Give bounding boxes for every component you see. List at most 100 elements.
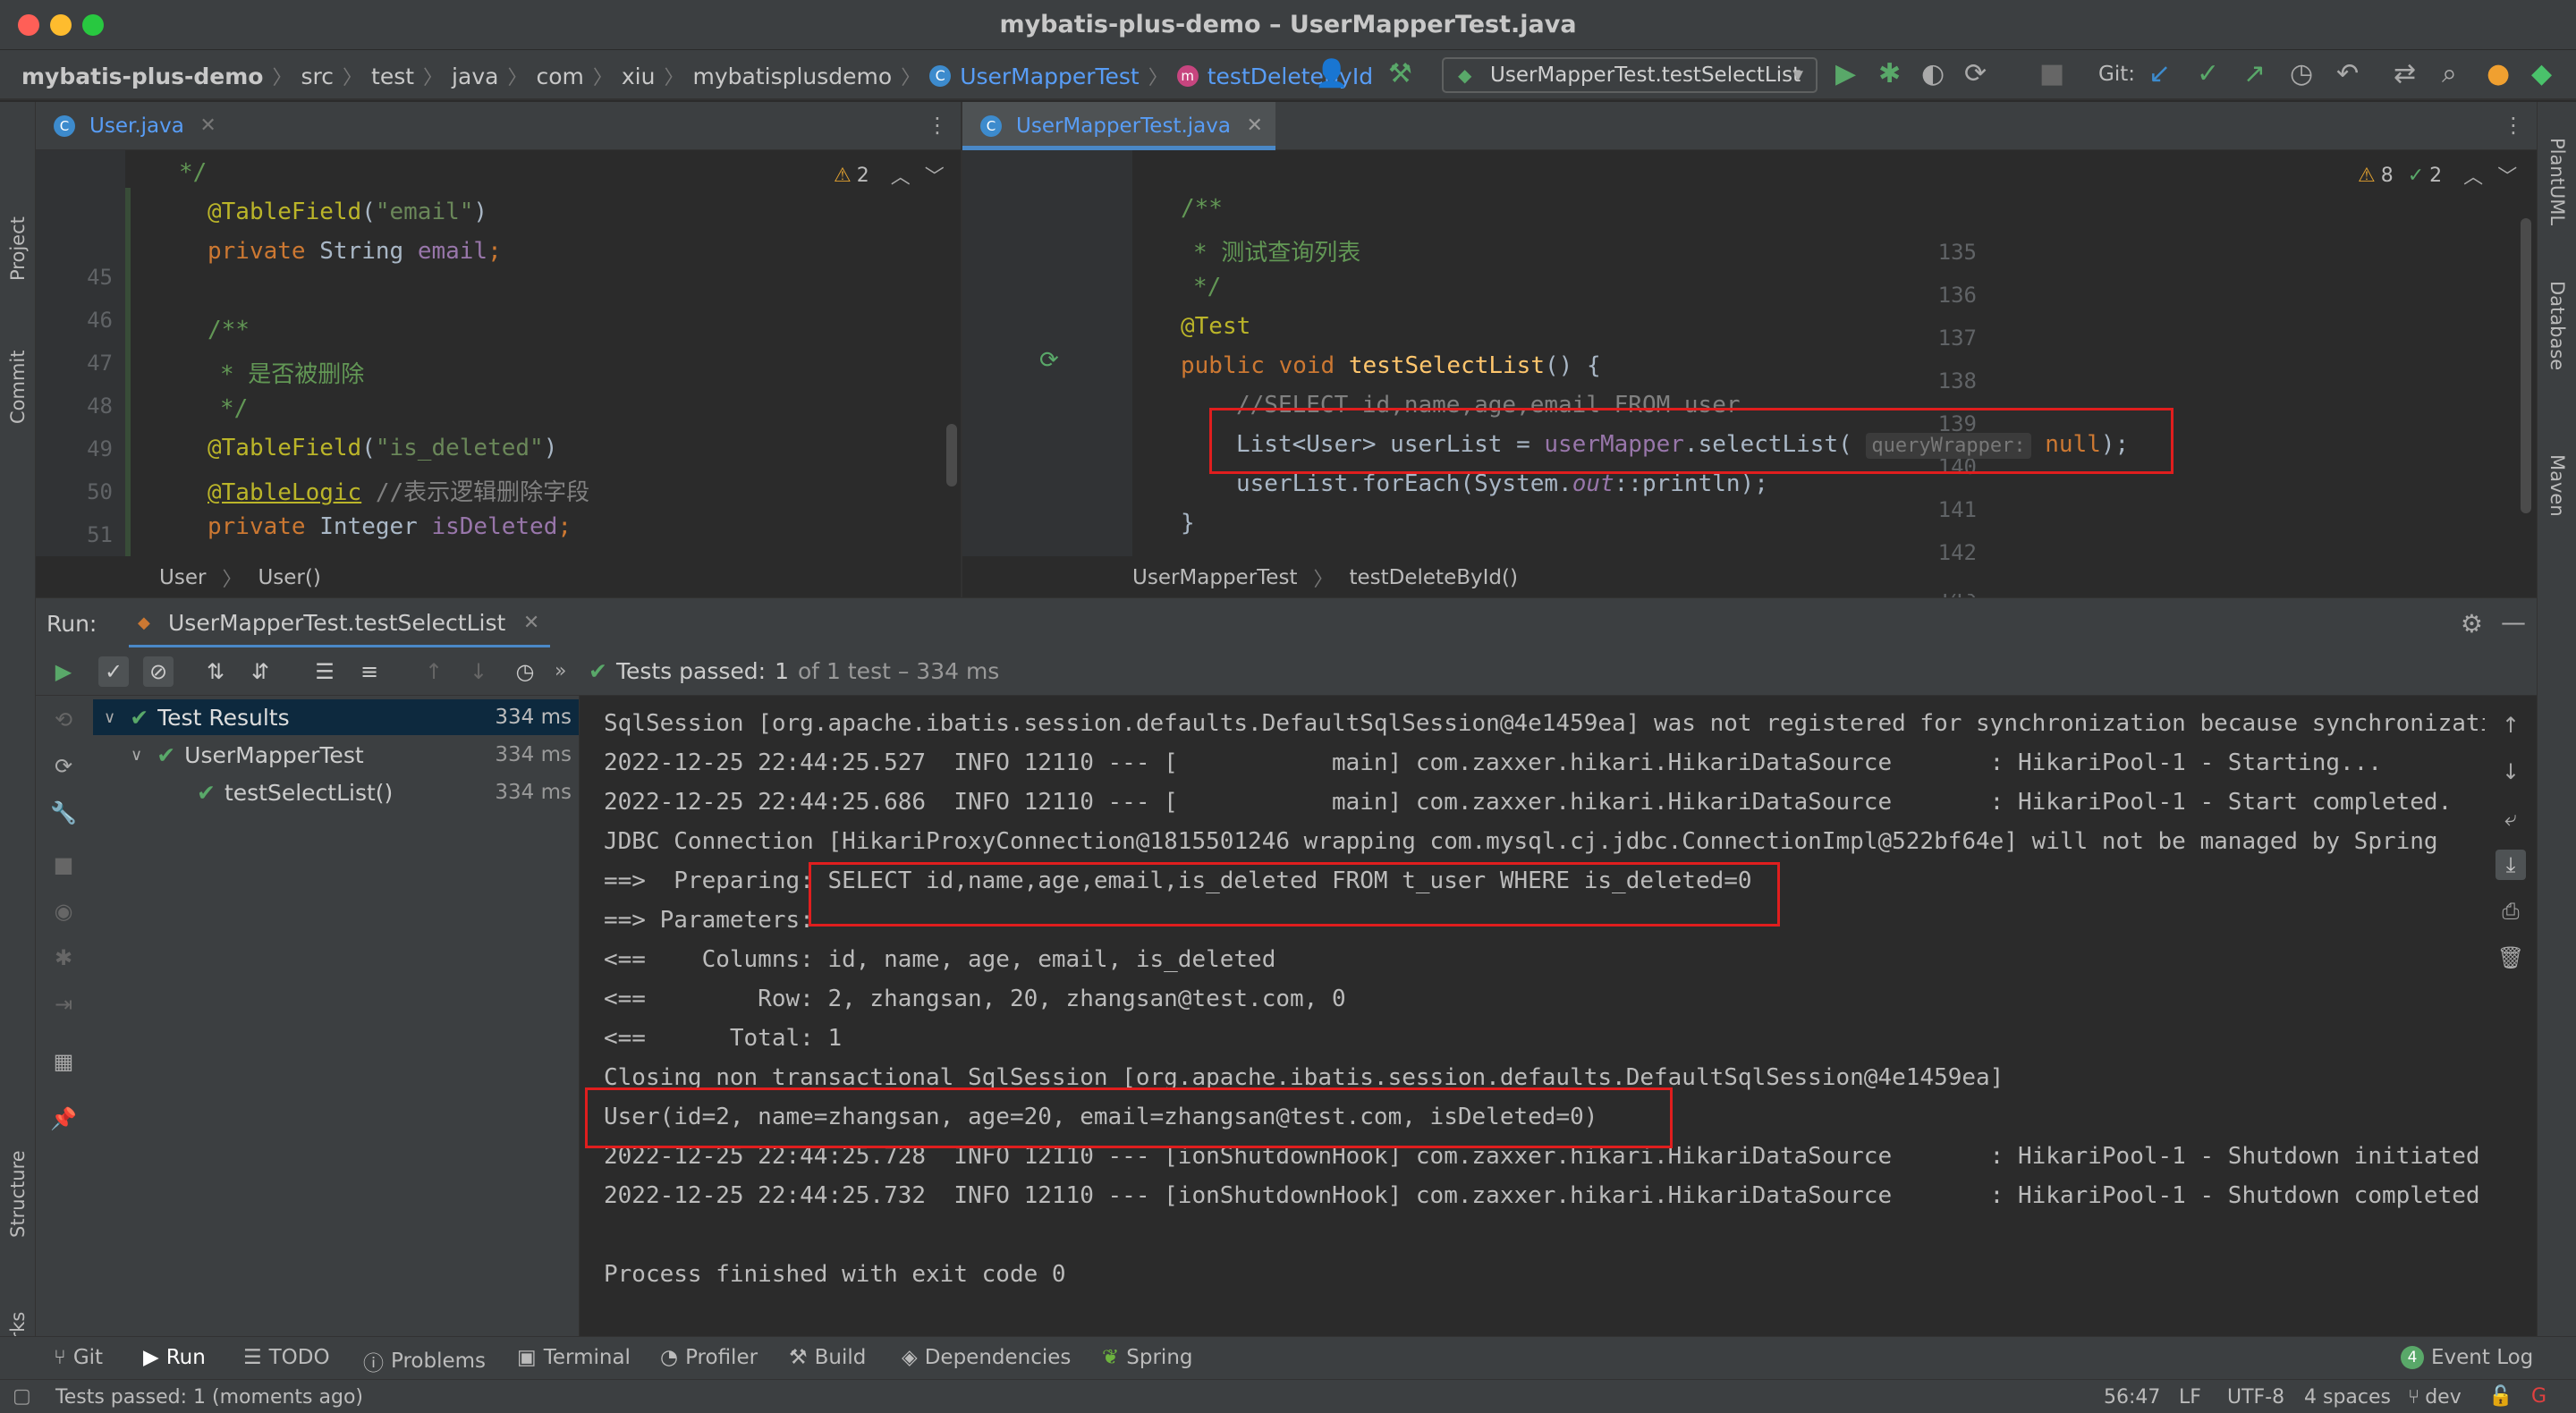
indent-setting[interactable]: 4 spaces	[2304, 1386, 2391, 1409]
line-separator[interactable]: LF	[2179, 1386, 2201, 1409]
sort-duration-icon[interactable]: ⇵	[245, 656, 275, 687]
structure-tool-button[interactable]: Structure	[7, 1150, 29, 1238]
profile-icon[interactable]: ⟳	[1964, 61, 1987, 88]
previous-failed-icon[interactable]: ↑	[419, 656, 449, 687]
exit-icon[interactable]: ⇥	[48, 989, 79, 1020]
soft-wrap-icon[interactable]: ⤶	[2496, 803, 2526, 833]
print-icon[interactable]: ⎙	[2496, 896, 2526, 926]
crumb-package[interactable]: mybatisplusdemo	[692, 63, 892, 89]
tab-usermappertest-java[interactable]: C UserMapperTest.java ✕	[962, 102, 1275, 150]
git-commit-icon[interactable]: ✓	[2197, 61, 2219, 88]
git-branch[interactable]: ⑂ dev	[2408, 1386, 2462, 1409]
chevron-down-icon[interactable]: ﹀	[925, 161, 945, 190]
collapse-all-icon[interactable]: ≡	[354, 656, 385, 687]
google-icon[interactable]: G	[2531, 1385, 2546, 1408]
right-editor-scrollbar[interactable]	[2521, 218, 2531, 513]
run-icon[interactable]: ▶	[1835, 61, 1856, 88]
left-inspection-widget[interactable]: ⚠ 2 ︿ ﹀	[834, 161, 945, 190]
debug-icon[interactable]: ✱	[1878, 61, 1901, 88]
user-icon[interactable]: 👤	[1315, 61, 1348, 88]
maven-tool-button[interactable]: Maven	[2546, 454, 2568, 517]
git-update-icon[interactable]: ↙	[2148, 61, 2171, 88]
tool-todo[interactable]: ☰ TODO	[243, 1346, 330, 1369]
tree-row[interactable]: ∨ ✔ UserMapperTest 334 ms	[93, 737, 579, 773]
chevron-down-icon[interactable]: ﹀	[2497, 161, 2517, 190]
close-tab-icon[interactable]: ✕	[523, 598, 539, 648]
scroll-down-icon[interactable]: ↓	[2496, 757, 2526, 787]
next-failed-icon[interactable]: ↓	[463, 656, 494, 687]
left-editor-scrollbar[interactable]	[946, 424, 957, 487]
caret-position[interactable]: 56:47	[2104, 1386, 2160, 1409]
tool-profiler[interactable]: ◔ Profiler	[660, 1346, 758, 1369]
update-icon[interactable]: ●	[2487, 61, 2510, 88]
tree-row[interactable]: ✔ testSelectList() 334 ms	[93, 774, 579, 810]
rerun-icon[interactable]: ▶	[48, 656, 79, 687]
rollback-icon[interactable]: ↶	[2336, 61, 2359, 88]
build-hammer-icon[interactable]: ⚒	[1388, 61, 1412, 88]
sort-alpha-icon[interactable]: ⇅	[200, 656, 231, 687]
layout-icon[interactable]: ▦	[48, 1046, 79, 1077]
translate-icon[interactable]: ⇄	[2394, 61, 2416, 88]
history-icon[interactable]: ◷	[510, 656, 540, 687]
toggle-auto-test-icon[interactable]: ⟳	[48, 751, 79, 782]
crumb-item[interactable]: User	[159, 566, 206, 589]
tool-event-log[interactable]: 4 Event Log	[2401, 1346, 2533, 1369]
pin-icon[interactable]: 📌	[48, 1104, 79, 1134]
show-ignored-icon[interactable]: ⊘	[143, 656, 174, 687]
wrench-icon[interactable]: 🔧	[48, 798, 79, 828]
run-tab[interactable]: ◆ UserMapperTest.testSelectList ✕	[129, 598, 551, 648]
console-output[interactable]: SqlSession [org.apache.ibatis.session.de…	[580, 696, 2485, 1336]
tool-terminal[interactable]: ▣ Terminal	[517, 1346, 631, 1369]
tool-git[interactable]: ⑂ Git	[54, 1346, 103, 1369]
more-tabs-icon[interactable]: ⋮	[927, 113, 948, 138]
tool-build[interactable]: ⚒ Build	[789, 1346, 866, 1369]
show-passed-icon[interactable]: ✓	[98, 656, 129, 687]
file-encoding[interactable]: UTF-8	[2227, 1386, 2284, 1409]
crumb-item[interactable]: User()	[258, 566, 320, 589]
tool-dependencies[interactable]: ◈ Dependencies	[902, 1346, 1071, 1369]
crumb-test[interactable]: test	[371, 63, 414, 89]
minimize-icon[interactable]: —	[2501, 607, 2526, 637]
tree-row[interactable]: ∨ ✔ Test Results 334 ms	[93, 699, 579, 735]
layout-toggle-icon[interactable]: ▢	[13, 1385, 31, 1408]
more-icon[interactable]: »	[555, 660, 566, 682]
trash-icon[interactable]: 🗑	[2496, 943, 2526, 973]
stop-icon[interactable]: ■	[2039, 61, 2064, 88]
right-inspection-widget[interactable]: ⚠ 8 ✓ 2 ︿ ﹀	[2358, 161, 2517, 190]
chevron-up-icon[interactable]: ︿	[2463, 161, 2483, 190]
camera-icon[interactable]: ◉	[48, 896, 79, 926]
crumb-item[interactable]: UserMapperTest	[1132, 566, 1297, 589]
run-configuration-select[interactable]: UserMapperTest.testSelectList ▾ ◆	[1442, 57, 1818, 93]
gear-icon[interactable]: ⚙	[2461, 609, 2483, 639]
scroll-to-end-icon[interactable]: ⤓	[2496, 850, 2526, 880]
crumb-com[interactable]: com	[536, 63, 583, 89]
chevron-down-icon[interactable]: ∨	[131, 746, 142, 765]
crumb-xiu[interactable]: xiu	[622, 63, 656, 89]
close-tab-icon[interactable]: ✕	[1247, 102, 1263, 150]
crumb-java[interactable]: java	[452, 63, 498, 89]
plugin-icon[interactable]: ◆	[2531, 61, 2552, 88]
git-push-icon[interactable]: ↗	[2243, 61, 2266, 88]
crumb-src[interactable]: src	[301, 63, 335, 89]
chevron-up-icon[interactable]: ︿	[891, 161, 911, 190]
tool-problems[interactable]: ⓘ Problems	[363, 1346, 486, 1376]
expand-all-icon[interactable]: ☰	[309, 656, 340, 687]
crumb-project[interactable]: mybatis-plus-demo	[21, 63, 263, 89]
tab-user-java[interactable]: C User.java ✕	[36, 102, 229, 150]
scroll-up-icon[interactable]: ↑	[2496, 710, 2526, 740]
tool-spring[interactable]: ❦ Spring	[1102, 1346, 1193, 1369]
stop-icon[interactable]: ■	[48, 850, 79, 880]
run-test-gutter-icon[interactable]: ⟳	[1039, 347, 1059, 374]
tool-run[interactable]: ▶ Run	[143, 1346, 206, 1369]
plantuml-tool-button[interactable]: PlantUML	[2546, 138, 2568, 225]
crumb-item[interactable]: testDeleteById()	[1349, 566, 1517, 589]
rerun-failed-icon[interactable]: ⟲	[48, 705, 79, 735]
search-icon[interactable]: ⌕	[2442, 61, 2457, 88]
commit-tool-button[interactable]: Commit	[7, 351, 29, 425]
coverage-icon[interactable]: ◐	[1921, 61, 1945, 88]
history-icon[interactable]: ◷	[2290, 61, 2313, 88]
project-tool-button[interactable]: Project	[7, 216, 29, 281]
database-tool-button[interactable]: Database	[2546, 281, 2568, 370]
lock-icon[interactable]: 🔓	[2488, 1385, 2512, 1408]
chevron-down-icon[interactable]: ∨	[104, 708, 115, 727]
